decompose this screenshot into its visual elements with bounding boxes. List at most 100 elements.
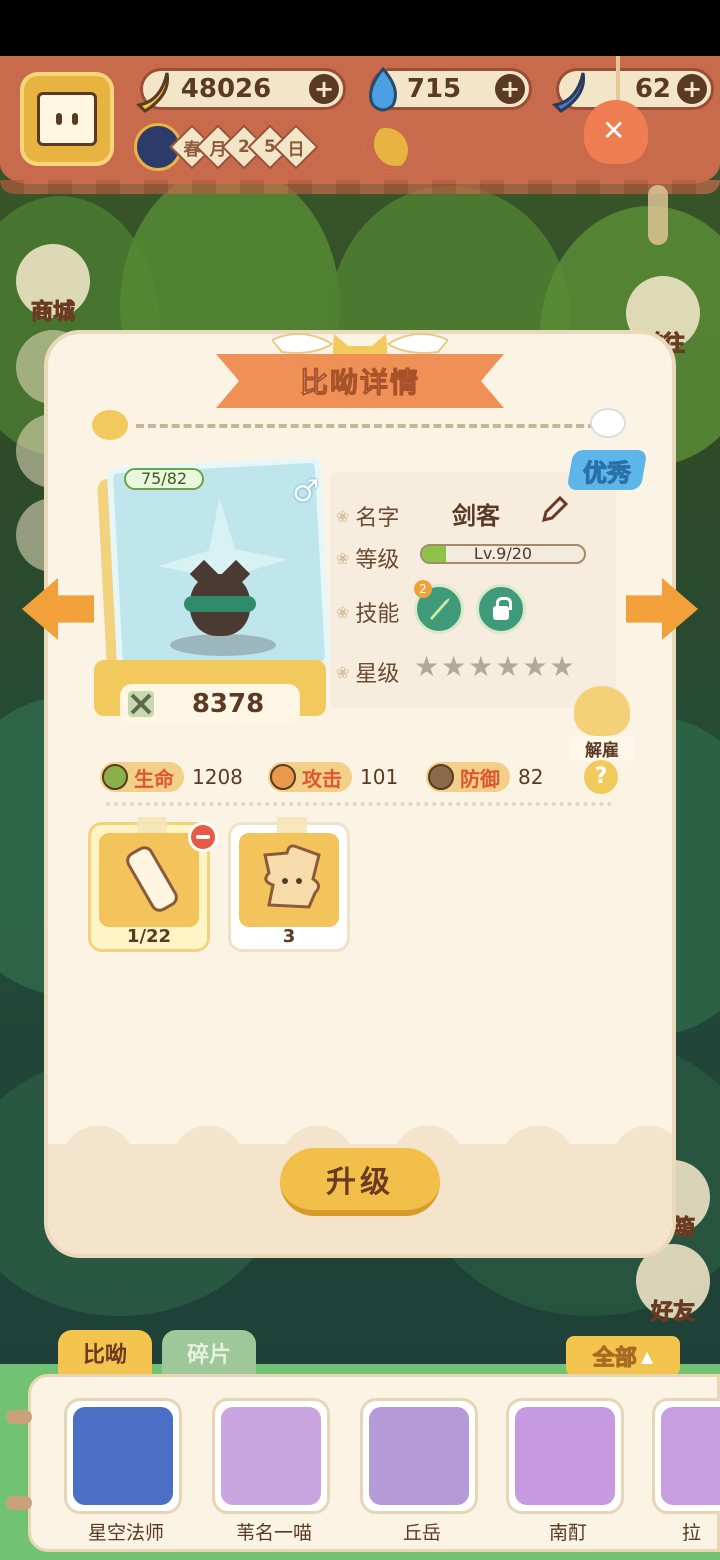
star-icon: ★ xyxy=(495,650,521,683)
hero-card[interactable]: 星空法师 xyxy=(64,1398,188,1546)
binder-clip-icon xyxy=(6,1410,32,1424)
avatar-face-icon xyxy=(37,92,97,146)
level-label: 等级 xyxy=(355,548,400,573)
filter-label: 全部 xyxy=(592,1346,637,1372)
help-button[interactable]: ? xyxy=(584,760,618,794)
tab-fragments[interactable]: 碎片 xyxy=(162,1330,256,1376)
star-icon: ★ xyxy=(441,650,467,683)
date-char: 日 xyxy=(287,139,305,160)
skill-level-badge: 2 xyxy=(414,580,432,598)
hp-value: 1208 xyxy=(192,765,243,789)
star-icon: ★ xyxy=(549,650,575,683)
status-bar xyxy=(0,0,720,56)
character-name: 剑客 xyxy=(452,502,500,530)
add-banana-button[interactable]: + xyxy=(309,74,339,104)
hp-indicator: 75/82 xyxy=(124,468,204,490)
dismiss-label: 解雇 xyxy=(570,736,634,761)
upgrade-label: 升级 xyxy=(326,1165,394,1200)
filter-dropdown[interactable]: 全部 ▲ xyxy=(566,1336,680,1376)
shop-label: 商城 xyxy=(30,300,75,326)
quality-badge-label: 优秀 xyxy=(583,458,632,487)
dismiss-cat-icon xyxy=(574,686,630,736)
male-gender-icon: ♂ xyxy=(292,474,319,509)
shop-button[interactable]: 商城 xyxy=(16,244,90,326)
binder-clip-icon xyxy=(6,1496,32,1510)
hero-card[interactable]: 拉 xyxy=(652,1398,720,1546)
banana-resource: 48026 + xyxy=(135,68,346,113)
lock-icon xyxy=(493,597,512,620)
locked-skill-slot[interactable] xyxy=(476,584,526,634)
defense-icon xyxy=(428,764,454,790)
hero-name: 南酊 xyxy=(548,1522,587,1544)
swordsman-cat-portrait xyxy=(170,548,276,656)
attack-stat: 攻击 101 xyxy=(268,762,398,792)
add-flame-button[interactable]: + xyxy=(495,74,525,104)
yellow-bird-icon xyxy=(92,410,128,440)
flame-resource: 715 + xyxy=(369,66,532,112)
tab-biyo-label: 比呦 xyxy=(82,1343,127,1368)
combat-power-value: 8378 xyxy=(191,689,265,719)
star-label: 星级 xyxy=(355,662,400,687)
defense-value: 82 xyxy=(518,765,544,789)
remove-item-button[interactable] xyxy=(188,822,218,852)
paw-icon: ❀ xyxy=(336,548,350,568)
hero-card[interactable]: 丘岳 xyxy=(360,1398,484,1546)
player-avatar[interactable] xyxy=(20,72,114,166)
combat-power: 8378 xyxy=(120,684,300,724)
hp-stat: 生命 1208 xyxy=(100,762,243,792)
scroll-icon xyxy=(126,846,178,912)
skill-row-label: ❀ 技能 xyxy=(336,596,399,628)
name-label: 名字 xyxy=(355,506,400,531)
triangle-up-icon: ▲ xyxy=(640,1346,654,1366)
sword-skill-icon xyxy=(430,598,450,620)
puzzle-piece-icon xyxy=(263,844,321,909)
crossed-swords-icon xyxy=(128,691,154,717)
hero-portrait xyxy=(221,1407,321,1505)
star-icon: ★ xyxy=(522,650,548,683)
hero-portrait xyxy=(515,1407,615,1505)
hero-card[interactable]: 苇名一喵 xyxy=(212,1398,336,1546)
level-row-label: ❀ 等级 xyxy=(336,542,399,574)
star-row-label: ❀ 星级 xyxy=(336,656,399,688)
hero-name: 星空法师 xyxy=(87,1522,164,1544)
edit-name-pencil-icon[interactable] xyxy=(540,496,568,524)
panel-title: 比呦详情 xyxy=(299,366,420,400)
hero-portrait xyxy=(661,1407,720,1505)
paw-icon: ❀ xyxy=(336,662,350,682)
rope-decoration xyxy=(616,56,620,102)
season-date: 春 月 2 5 日 xyxy=(134,122,319,172)
paw-icon: ❀ xyxy=(336,506,350,526)
white-bird-icon xyxy=(590,408,626,438)
add-blue-banana-button[interactable]: + xyxy=(677,74,707,104)
paw-icon: ❀ xyxy=(336,602,350,622)
tab-fragments-label: 碎片 xyxy=(186,1343,231,1368)
close-tag-button[interactable] xyxy=(584,100,648,164)
dismiss-button[interactable]: 解雇 xyxy=(570,686,634,761)
upgrade-button[interactable]: 升级 xyxy=(280,1148,440,1216)
title-divider xyxy=(136,424,596,428)
hero-name: 苇名一喵 xyxy=(235,1522,312,1544)
star-icon: ★ xyxy=(468,650,494,683)
defense-stat: 防御 82 xyxy=(426,762,543,792)
hero-name: 拉 xyxy=(682,1522,702,1544)
level-progress-bar: Lv.9/20 xyxy=(420,544,586,564)
hp-icon xyxy=(102,764,128,790)
tab-biyo[interactable]: 比呦 xyxy=(58,1330,152,1376)
scroll-count: 1/22 xyxy=(126,926,172,947)
puzzle-piece-item[interactable]: 3 xyxy=(228,817,350,952)
friends-label: 好友 xyxy=(650,1300,695,1326)
rope-decoration xyxy=(648,185,668,245)
defense-label: 防御 xyxy=(460,766,500,791)
attack-value: 101 xyxy=(360,765,399,789)
panel-title-ribbon: 比呦详情 xyxy=(216,354,504,408)
blue-banana-resource: 62 + xyxy=(551,68,714,113)
star-icon: ★ xyxy=(414,650,440,683)
attack-label: 攻击 xyxy=(302,766,342,791)
attack-icon xyxy=(270,764,296,790)
blue-banana-icon xyxy=(551,72,586,113)
star-rating: ★ ★ ★ ★ ★ ★ xyxy=(414,650,575,683)
quality-badge: 优秀 xyxy=(566,450,648,490)
hero-card[interactable]: 南酊 xyxy=(506,1398,630,1546)
banana-icon xyxy=(135,72,170,113)
skill-label: 技能 xyxy=(355,602,400,627)
